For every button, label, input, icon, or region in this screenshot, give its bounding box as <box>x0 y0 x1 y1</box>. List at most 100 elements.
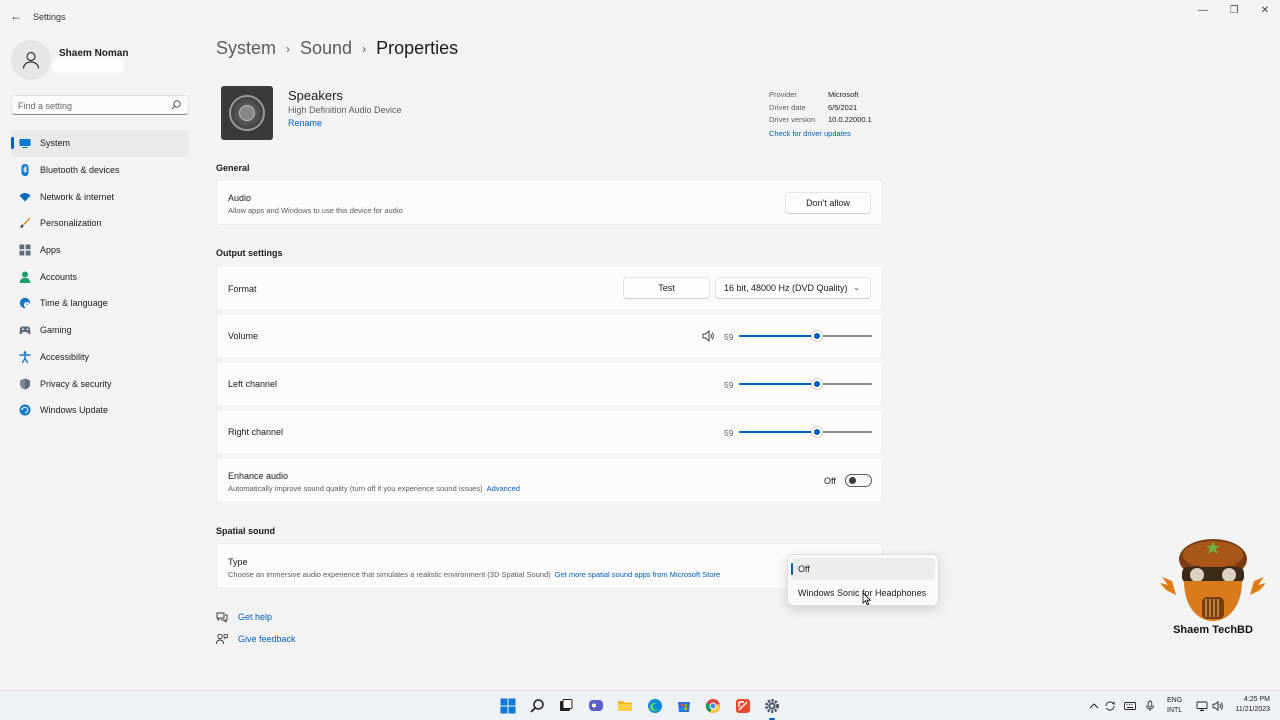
get-help-link[interactable]: Get help <box>216 611 272 623</box>
chrome-icon[interactable] <box>704 697 722 715</box>
check-driver-updates-link[interactable]: Check for driver updates <box>769 129 872 142</box>
provider-value: Microsoft <box>828 90 859 99</box>
right-channel-card: Right channel 59 <box>216 409 883 455</box>
volume-card: Volume 59 <box>216 313 883 359</box>
sync-icon[interactable] <box>1104 700 1116 712</box>
search-icon[interactable] <box>170 99 182 111</box>
right-channel-label: Right channel <box>228 427 284 437</box>
search-box[interactable] <box>11 95 189 115</box>
accessibility-icon <box>19 351 31 363</box>
right-channel-value: 59 <box>724 428 734 438</box>
left-channel-slider[interactable] <box>739 378 872 390</box>
sidebar-item-accounts[interactable]: Accounts <box>11 263 189 290</box>
breadcrumb-item-system[interactable]: System <box>216 38 276 59</box>
file-explorer-icon[interactable] <box>616 697 634 715</box>
store-icon[interactable] <box>675 697 693 715</box>
microphone-icon[interactable] <box>1144 700 1156 712</box>
sidebar-item-label: Network & internet <box>40 191 115 202</box>
wifi-icon <box>19 192 31 202</box>
slider-thumb[interactable] <box>811 330 824 342</box>
test-button[interactable]: Test <box>623 277 710 299</box>
sidebar-item-label: Windows Update <box>40 405 109 416</box>
input-language-indicator[interactable]: ENG INTL <box>1167 696 1182 716</box>
breadcrumb-item-sound[interactable]: Sound <box>300 38 352 59</box>
system-clock[interactable]: 4:25 PM 11/21/2023 <box>1230 695 1270 715</box>
mouse-cursor-icon <box>862 592 872 606</box>
volume-icon[interactable] <box>1212 700 1224 712</box>
sidebar-item-accessibility[interactable]: Accessibility <box>11 344 189 371</box>
microsoft-store-link[interactable]: Get more spatial sound apps from Microso… <box>555 570 721 579</box>
volume-value: 59 <box>724 332 734 342</box>
start-icon[interactable] <box>499 697 517 715</box>
enhance-audio-state: Off <box>824 476 836 486</box>
speaker-icon <box>221 86 273 140</box>
sidebar-item-apps[interactable]: Apps <box>11 237 189 264</box>
keyboard-layout: INTL <box>1167 707 1183 714</box>
sidebar-item-label: Accounts <box>40 271 78 282</box>
spatial-type-title: Type <box>228 557 248 567</box>
sidebar-item-windows-update[interactable]: Windows Update <box>11 397 189 424</box>
network-icon[interactable] <box>1196 700 1208 712</box>
task-view-icon[interactable] <box>557 697 575 715</box>
dont-allow-button[interactable]: Don't allow <box>785 192 871 214</box>
title-bar: ← Settings — ❐ ✕ <box>0 0 1280 32</box>
minimize-button[interactable]: — <box>1191 4 1215 18</box>
chevron-right-icon: › <box>362 41 367 56</box>
spatial-type-description: Choose an immersive audio experience tha… <box>228 570 551 579</box>
language-code: ENG <box>1167 697 1183 704</box>
left-channel-card: Left channel 59 <box>216 361 883 407</box>
volume-label: Volume <box>228 331 259 341</box>
channel-logo: Shaem TechBD <box>1160 539 1266 636</box>
slider-thumb[interactable] <box>811 378 824 390</box>
enhance-audio-title: Enhance audio <box>228 471 289 481</box>
chat-icon[interactable] <box>587 697 605 715</box>
breadcrumb: System › Sound › Properties <box>216 38 458 59</box>
sidebar-item-personalization[interactable]: Personalization <box>11 210 189 237</box>
format-select-value: 16 bit, 48000 Hz (DVD Quality) <box>724 283 848 293</box>
right-channel-slider[interactable] <box>739 426 872 438</box>
get-help-label: Get help <box>238 612 273 622</box>
keyboard-icon[interactable] <box>1124 700 1136 712</box>
search-input[interactable] <box>18 99 168 112</box>
sidebar-item-system[interactable]: System <box>11 130 189 157</box>
give-feedback-link[interactable]: Give feedback <box>216 633 296 645</box>
advanced-link[interactable]: Advanced <box>487 484 520 493</box>
app-title: Settings <box>33 12 66 22</box>
back-button[interactable]: ← <box>8 8 24 24</box>
provider-label: Provider <box>769 90 797 99</box>
enhance-audio-toggle[interactable] <box>845 474 872 487</box>
left-channel-label: Left channel <box>228 379 278 389</box>
slider-thumb[interactable] <box>811 426 824 438</box>
device-name: Speakers <box>288 88 343 103</box>
edge-icon[interactable] <box>646 697 664 715</box>
restore-button[interactable]: ❐ <box>1222 4 1246 18</box>
spatial-type-card: Type Choose an immersive audio experienc… <box>216 543 883 589</box>
taskbar: ENG INTL 4:25 PM 11/21/2023 <box>0 690 1280 720</box>
feedback-icon <box>216 633 228 645</box>
sidebar-item-label: Personalization <box>40 218 102 229</box>
section-title-output: Output settings <box>216 248 283 258</box>
chevron-up-icon[interactable] <box>1088 700 1100 712</box>
monitor-icon <box>19 139 31 149</box>
volume-slider[interactable] <box>739 330 872 342</box>
speaker-volume-icon[interactable] <box>702 330 715 342</box>
sidebar-item-privacy[interactable]: Privacy & security <box>11 370 189 397</box>
user-profile[interactable]: Shaem Noman <box>11 40 191 80</box>
rename-link[interactable]: Rename <box>288 118 322 128</box>
sidebar-item-time-language[interactable]: Time & language <box>11 290 189 317</box>
snipping-tool-icon[interactable] <box>734 697 752 715</box>
format-select[interactable]: 16 bit, 48000 Hz (DVD Quality) ⌄ <box>715 277 871 299</box>
search-icon[interactable] <box>528 697 546 715</box>
gamepad-icon <box>19 326 31 335</box>
sidebar-item-gaming[interactable]: Gaming <box>11 317 189 344</box>
settings-icon[interactable] <box>763 697 781 720</box>
dropdown-option-off[interactable]: Off <box>791 558 935 580</box>
chevron-right-icon: › <box>286 41 291 56</box>
sidebar-nav: System Bluetooth & devices Network & int… <box>11 130 189 424</box>
sidebar-item-network[interactable]: Network & internet <box>11 183 189 210</box>
update-icon <box>19 404 31 416</box>
close-button[interactable]: ✕ <box>1253 4 1277 18</box>
audio-subtitle: Allow apps and Windows to use this devic… <box>228 206 403 215</box>
sidebar-item-bluetooth[interactable]: Bluetooth & devices <box>11 157 189 184</box>
user-email-redacted <box>55 62 121 70</box>
